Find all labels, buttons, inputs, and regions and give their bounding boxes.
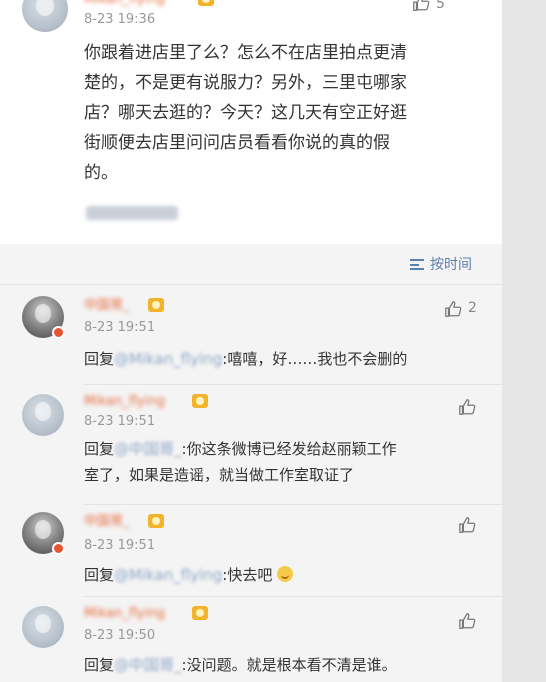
sort-by-time-button[interactable]: 按时间 bbox=[410, 254, 472, 274]
thumbs-up-icon[interactable] bbox=[458, 612, 476, 630]
main-post: Mikan_flying 8-23 19:36 5 你跟着进店里了么？怎么不在店… bbox=[0, 0, 502, 244]
comment-time: 8-23 19:51 bbox=[84, 414, 156, 429]
sort-label: 按时间 bbox=[430, 257, 472, 273]
reply-body-continued: 室了，如果是造谣，就当做工作室取证了 bbox=[84, 466, 355, 484]
comment-time: 8-23 19:50 bbox=[84, 628, 156, 643]
comment-time: 8-23 19:51 bbox=[84, 538, 156, 553]
divider bbox=[84, 504, 502, 505]
post-source-blurred bbox=[86, 206, 178, 220]
thumbs-up-icon[interactable] bbox=[444, 300, 462, 318]
comment-username[interactable]: 中国哥_ bbox=[84, 514, 130, 530]
thumbs-up-icon[interactable] bbox=[458, 516, 476, 534]
vip-crown-icon bbox=[148, 298, 164, 312]
reply-prefix: 回复 bbox=[84, 656, 115, 674]
post-time: 8-23 19:36 bbox=[84, 12, 156, 27]
comment-username[interactable]: Mikan_flying bbox=[84, 606, 165, 622]
post-body: 你跟着进店里了么？怎么不在店里拍点更清 楚的，不是更有说服力？另外，三里屯哪家 … bbox=[84, 38, 480, 188]
thumbs-up-icon[interactable] bbox=[458, 398, 476, 416]
post-avatar[interactable] bbox=[22, 0, 68, 32]
mention-link[interactable]: @中国哥_ bbox=[114, 440, 182, 458]
reply-body: :你这条微博已经发给赵丽颖工作 bbox=[181, 440, 397, 458]
comment-avatar[interactable] bbox=[22, 394, 64, 436]
post-line: 楚的，不是更有说服力？另外，三里屯哪家 bbox=[84, 73, 407, 93]
post-line: 街顺便去店里问问店员看看你说的真的假 bbox=[84, 133, 390, 153]
comment-like-count: 2 bbox=[468, 300, 477, 316]
comment-time: 8-23 19:51 bbox=[84, 320, 156, 335]
post-line: 的。 bbox=[84, 163, 118, 183]
comment-text: 回复@中国哥_:你这条微博已经发给赵丽颖工作 室了，如果是造谣，就当做工作室取证… bbox=[84, 436, 484, 488]
vip-crown-icon bbox=[148, 514, 164, 528]
reply-prefix: 回复 bbox=[84, 350, 115, 368]
side-strip bbox=[502, 0, 546, 682]
vip-crown-icon bbox=[198, 0, 214, 6]
divider bbox=[84, 384, 502, 385]
reply-body: :嘻嘻，好……我也不会删的 bbox=[222, 350, 408, 368]
mention-link[interactable]: @中国哥_ bbox=[114, 656, 182, 674]
reply-prefix: 回复 bbox=[84, 440, 115, 458]
smile-emoji-icon bbox=[277, 566, 294, 582]
thumbs-up-icon[interactable] bbox=[412, 0, 430, 12]
divider bbox=[84, 596, 502, 597]
verified-badge-icon bbox=[52, 326, 65, 339]
reply-body: :快去吧 bbox=[222, 566, 273, 584]
mention-link[interactable]: @Mikan_flying bbox=[114, 350, 222, 368]
post-like-count: 5 bbox=[436, 0, 445, 12]
vip-crown-icon bbox=[192, 394, 208, 408]
divider bbox=[0, 284, 502, 285]
vip-crown-icon bbox=[192, 606, 208, 620]
comment-text: 回复@Mikan_flying:嘻嘻，好……我也不会删的 bbox=[84, 348, 407, 369]
mention-link[interactable]: @Mikan_flying bbox=[114, 566, 222, 584]
reply-body: :没问题。就是根本看不清是谁。 bbox=[181, 656, 397, 674]
sort-icon bbox=[410, 259, 424, 270]
comment-text: 回复@Mikan_flying:快去吧 bbox=[84, 564, 294, 585]
reply-prefix: 回复 bbox=[84, 566, 115, 584]
comment-username[interactable]: Mikan_flying bbox=[84, 394, 165, 410]
verified-badge-icon bbox=[52, 542, 65, 555]
comment-username[interactable]: 中国哥_ bbox=[84, 298, 130, 314]
comment-avatar[interactable] bbox=[22, 606, 64, 648]
post-username[interactable]: Mikan_flying bbox=[84, 0, 165, 8]
comment-text: 回复@中国哥_:没问题。就是根本看不清是谁。 bbox=[84, 654, 397, 675]
post-line: 你跟着进店里了么？怎么不在店里拍点更清 bbox=[84, 43, 407, 63]
post-line: 店？哪天去逛的？今天？这几天有空正好逛 bbox=[84, 103, 407, 123]
